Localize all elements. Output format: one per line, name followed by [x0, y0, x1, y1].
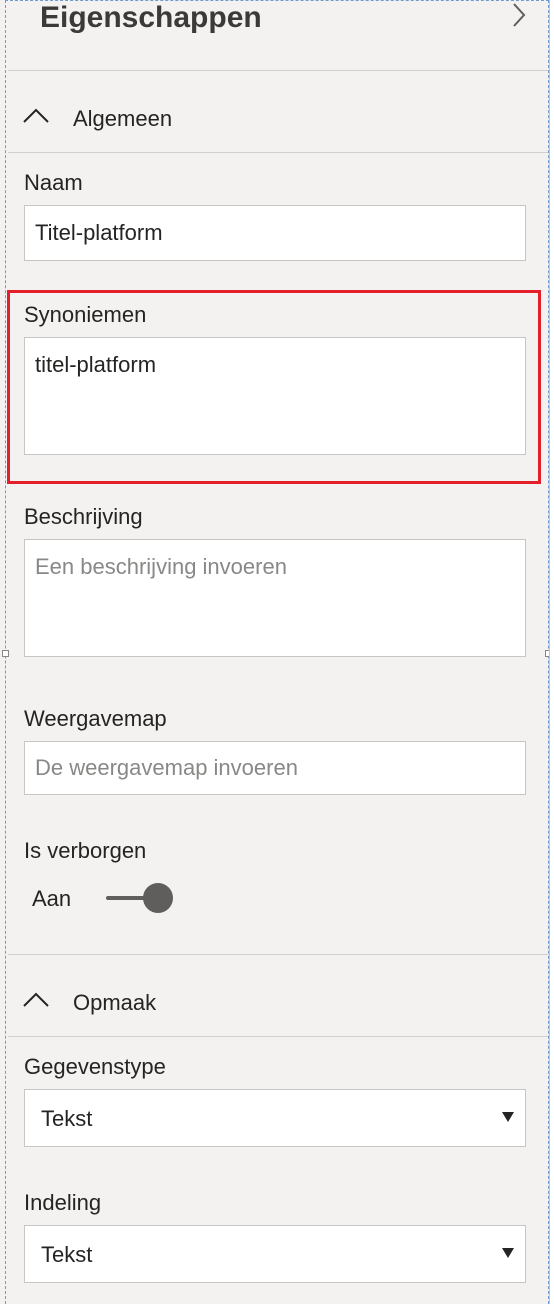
chevron-up-icon [23, 108, 49, 123]
data-type-value: Tekst [41, 1106, 93, 1131]
section-label-format: Opmaak [73, 990, 157, 1015]
section-label-general: Algemeen [73, 106, 173, 131]
is-hidden-label: Is verborgen [24, 838, 147, 863]
section-header-format[interactable]: Opmaak [8, 972, 548, 1032]
display-folder-input[interactable] [24, 741, 526, 795]
data-type-label: Gegevenstype [24, 1054, 166, 1079]
chevron-right-icon [513, 3, 526, 27]
toggle-thumb [143, 883, 173, 913]
format-value: Tekst [41, 1242, 93, 1267]
triangle-down-icon [502, 1248, 514, 1258]
properties-pane: Eigenschappen Algemeen Naam Synoniemen t… [0, 0, 554, 1304]
description-input[interactable] [24, 539, 526, 657]
chevron-up-icon [23, 992, 49, 1007]
synonyms-highlight-box [7, 290, 541, 484]
section-header-general[interactable]: Algemeen [8, 88, 548, 148]
header-divider [8, 70, 548, 71]
name-input[interactable] [24, 205, 526, 261]
is-hidden-state-label: Aan [32, 886, 72, 911]
section-divider-format [8, 1036, 548, 1037]
scrollbar[interactable] [549, 0, 554, 1304]
pane-title: Eigenschappen [40, 1, 262, 34]
resize-handle-left[interactable] [2, 650, 9, 657]
data-type-select[interactable]: Tekst [24, 1089, 526, 1147]
section-divider-general [8, 152, 548, 153]
description-label: Beschrijving [24, 504, 143, 529]
format-select[interactable]: Tekst [24, 1225, 526, 1283]
format-label: Indeling [24, 1190, 102, 1215]
collapse-pane-button[interactable] [506, 2, 532, 28]
triangle-down-icon [502, 1112, 514, 1122]
name-label: Naam [24, 170, 83, 195]
display-folder-label: Weergavemap [24, 706, 167, 731]
section-divider-top-format [8, 954, 548, 955]
is-hidden-toggle[interactable] [104, 882, 176, 916]
